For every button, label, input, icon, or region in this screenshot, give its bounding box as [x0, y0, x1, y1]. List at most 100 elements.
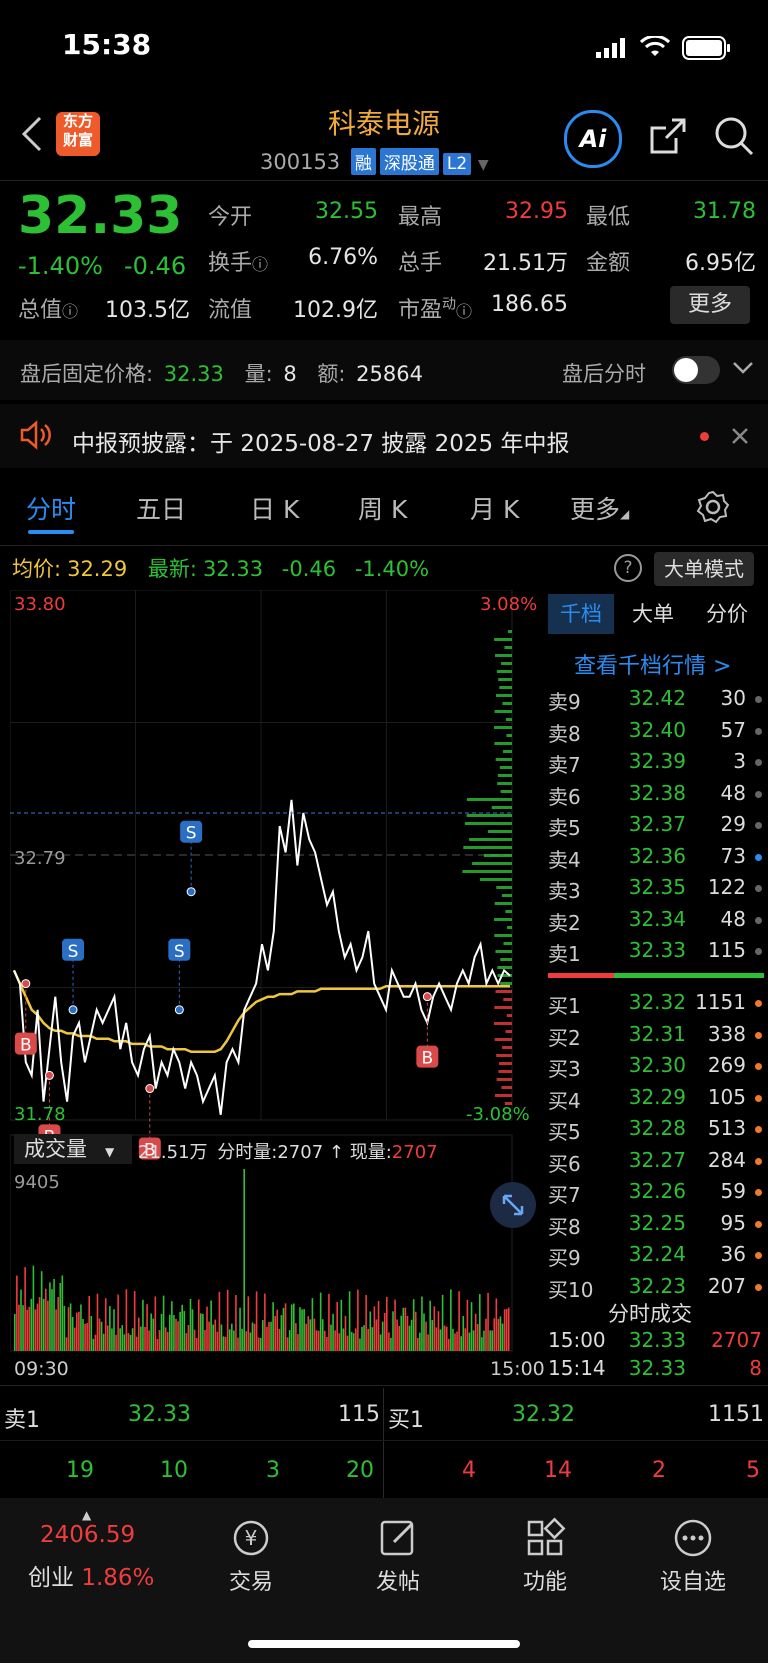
- buy-count: 20: [346, 1458, 374, 1483]
- tab-more[interactable]: 更多◢: [570, 490, 629, 526]
- bid-volume: 59: [720, 1179, 746, 1203]
- depth-bar: [495, 694, 512, 697]
- volume-bar: [414, 1311, 417, 1351]
- help-icon[interactable]: ?: [614, 554, 642, 582]
- volume-bar: [243, 1169, 245, 1351]
- tab-five-day[interactable]: 五日: [136, 490, 186, 526]
- volume-bar: [396, 1319, 398, 1351]
- volume-bar: [144, 1326, 146, 1351]
- volume-bar: [131, 1328, 134, 1351]
- ask-level: 卖6: [548, 784, 581, 809]
- search-icon[interactable]: [712, 114, 756, 162]
- volume-bar: [311, 1298, 314, 1351]
- ai-button[interactable]: Ai: [564, 110, 622, 168]
- volume-bar: [454, 1333, 456, 1351]
- volume-bar: [338, 1333, 341, 1351]
- nav-post[interactable]: 发帖: [343, 1516, 453, 1596]
- bottom-sell-vol: 115: [338, 1402, 380, 1427]
- nav-add-watchlist[interactable]: 设自选: [638, 1516, 748, 1596]
- share-icon[interactable]: [646, 114, 690, 162]
- volume-bar: [437, 1311, 440, 1351]
- tab-minute[interactable]: 分时: [26, 490, 76, 526]
- bottom-buy-vol: 1151: [708, 1402, 764, 1427]
- volume-bar: [313, 1318, 316, 1351]
- volume-bar: [166, 1331, 169, 1351]
- volume-bar: [307, 1316, 310, 1351]
- depth-bar: [505, 1030, 512, 1033]
- volume-bar: [386, 1296, 388, 1351]
- info-icon: ⓘ: [456, 302, 473, 321]
- volume-bar: [146, 1304, 148, 1351]
- bid-price: 32.28: [628, 1116, 686, 1140]
- depth-bar: [499, 686, 512, 689]
- more-button[interactable]: 更多: [670, 286, 750, 324]
- tab-big-order[interactable]: 大单: [632, 594, 674, 634]
- ask-row: 卖5 32.37 29: [548, 812, 764, 840]
- view-depth-link[interactable]: 查看千档行情 >: [574, 648, 731, 680]
- nav-trade[interactable]: ¥ 交易: [196, 1516, 306, 1596]
- chevron-down-icon[interactable]: [732, 360, 754, 380]
- ask-dot: [755, 759, 762, 766]
- edit-icon: [343, 1516, 453, 1564]
- depth-bar: [503, 998, 512, 1001]
- ask-level: 卖2: [548, 910, 581, 935]
- volume-bar: [88, 1296, 90, 1351]
- tab-day-k[interactable]: 日 K: [250, 490, 299, 526]
- depth-bar: [502, 702, 512, 705]
- volume-bar: [495, 1298, 498, 1351]
- volume-bar: [40, 1271, 43, 1351]
- ask-level: 卖7: [548, 753, 581, 777]
- index-value: 2406.59: [40, 1522, 136, 1548]
- bid-volume: 105: [707, 1084, 746, 1109]
- depth-bar: [472, 862, 512, 865]
- tab-depth[interactable]: 千档: [548, 594, 614, 634]
- volume-bar: [398, 1325, 400, 1351]
- volume-bar: [197, 1299, 200, 1351]
- depth-bar: [499, 1062, 512, 1065]
- volume-bar: [249, 1332, 252, 1351]
- low-value: 31.78: [693, 199, 756, 224]
- volume-bar: [51, 1289, 53, 1351]
- volume-selector[interactable]: 成交量 ▼: [14, 1134, 132, 1164]
- close-icon[interactable]: [730, 426, 750, 450]
- volume-bar: [324, 1330, 326, 1351]
- volume-bar: [404, 1307, 407, 1351]
- x-axis-end: 15:00: [490, 1358, 545, 1380]
- volume-bar: [32, 1265, 35, 1351]
- volume-bar: [133, 1291, 136, 1351]
- volume-bar: [346, 1335, 349, 1351]
- nav-function[interactable]: 功能: [490, 1516, 600, 1596]
- depth-bar: [497, 774, 512, 777]
- volume-bar: [142, 1299, 144, 1351]
- intraday-chart[interactable]: BBSBSSB: [10, 590, 542, 1380]
- volume-bar: [220, 1324, 223, 1351]
- ask-price: 32.40: [628, 717, 686, 742]
- y-axis-mid-label: 32.79: [14, 848, 66, 869]
- depth-bar: [495, 990, 512, 993]
- bid-level: 买10: [548, 1277, 594, 1302]
- depth-bar: [462, 870, 512, 873]
- info-icon: ⓘ: [62, 302, 79, 321]
- volume-value: 21.51万: [483, 251, 568, 276]
- tab-month-k[interactable]: 月 K: [470, 490, 519, 526]
- expand-icon[interactable]: [490, 1182, 536, 1228]
- x-axis-start: 09:30: [14, 1358, 69, 1380]
- bid-row: 买1 32.32 1151: [548, 990, 764, 1018]
- tab-price-dist[interactable]: 分价: [706, 594, 748, 634]
- volume-bar: [268, 1321, 270, 1351]
- ask-price: 32.38: [628, 780, 686, 805]
- volume-bar: [30, 1298, 33, 1351]
- volume-bar: [135, 1336, 138, 1351]
- volume-bar: [257, 1337, 260, 1351]
- big-order-mode-button[interactable]: 大单模式: [654, 552, 754, 586]
- stock-code-line[interactable]: 300153 融深股通 L2 ▼: [260, 148, 489, 175]
- bid-row: 买8 32.25 95: [548, 1211, 764, 1239]
- volume-bar: [462, 1316, 465, 1351]
- tab-week-k[interactable]: 周 K: [358, 490, 407, 526]
- volume-bar: [352, 1333, 355, 1351]
- bid-level: 买5: [548, 1120, 581, 1144]
- volume-bar: [334, 1330, 336, 1351]
- ask-volume: 57: [720, 717, 746, 742]
- settings-icon[interactable]: [696, 490, 730, 528]
- volume-bar: [350, 1331, 353, 1351]
